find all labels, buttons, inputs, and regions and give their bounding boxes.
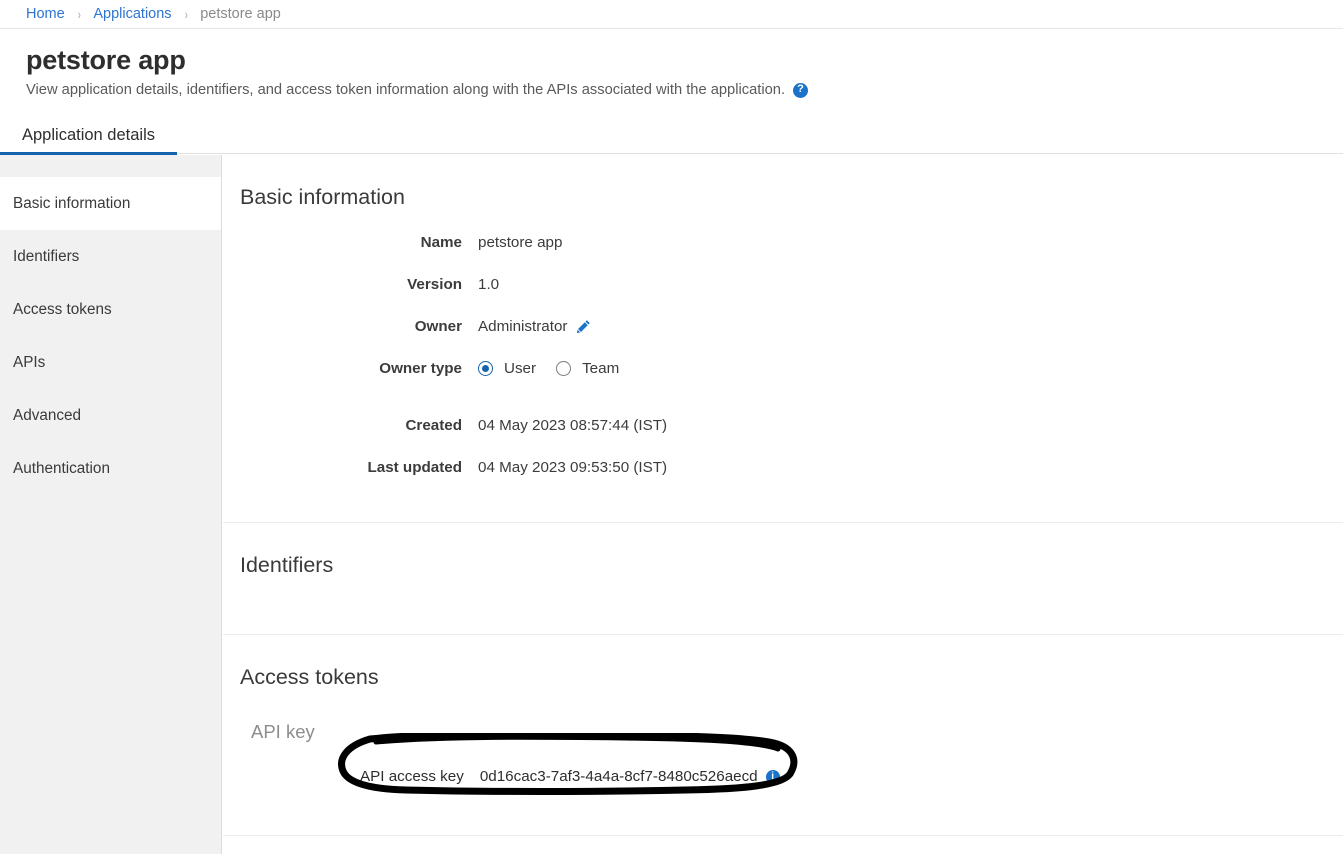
sidebar-top-spacer — [0, 155, 221, 177]
field-row-name: Name petstore app — [240, 232, 1326, 253]
page-header: petstore app View application details, i… — [0, 29, 1343, 100]
field-value-owner-type: User Team — [478, 358, 639, 379]
sidebar-item-apis[interactable]: APIs — [0, 336, 221, 389]
tab-bar: Application details — [0, 108, 1343, 155]
subsection-title-api-key: API key — [251, 721, 315, 742]
breadcrumb-item-current: petstore app — [200, 6, 281, 22]
sidebar-item-label: APIs — [13, 353, 46, 371]
sidebar-item-label: Advanced — [13, 406, 82, 424]
sidebar-item-authentication[interactable]: Authentication — [0, 442, 221, 495]
api-access-key-row: API access key 0d16cac3-7af3-4a4a-8cf7-8… — [240, 767, 1326, 787]
breadcrumb-separator-icon: › — [184, 6, 188, 22]
sidebar-item-label: Access tokens — [13, 300, 112, 318]
sidebar: Basic information Identifiers Access tok… — [0, 155, 222, 854]
field-label-owner: Owner — [414, 318, 462, 335]
section-basic-information: Basic information Name petstore app Vers… — [223, 155, 1343, 522]
field-value-created: 04 May 2023 08:57:44 (IST) — [478, 417, 668, 434]
field-label-last-updated: Last updated — [367, 459, 462, 476]
page-subtitle: View application details, identifiers, a… — [26, 80, 1343, 100]
breadcrumb-item-applications[interactable]: Applications — [93, 6, 171, 22]
radio-option-user[interactable]: User — [478, 358, 536, 379]
field-row-owner-type: Owner type User Team — [240, 358, 1326, 379]
section-access-tokens: Access tokens API key API access key 0d1… — [223, 635, 1343, 835]
field-value-last-updated: 04 May 2023 09:53:50 (IST) — [478, 459, 668, 476]
sidebar-item-advanced[interactable]: Advanced — [0, 389, 221, 442]
sidebar-item-label: Basic information — [13, 194, 131, 212]
main-content: Basic information Name petstore app Vers… — [223, 155, 1343, 854]
section-title-access-tokens: Access tokens — [240, 665, 379, 689]
field-row-last-updated: Last updated 04 May 2023 09:53:50 (IST) — [240, 457, 1326, 478]
field-label-version: Version — [407, 276, 462, 293]
radio-dot-icon — [478, 361, 493, 376]
breadcrumb: Home › Applications › petstore app — [0, 0, 1343, 29]
section-title-identifiers: Identifiers — [240, 553, 334, 577]
breadcrumb-separator-icon: › — [77, 6, 81, 22]
owner-type-radio-group: User Team — [478, 358, 639, 379]
pencil-icon[interactable] — [576, 319, 591, 334]
field-label-created: Created — [405, 417, 462, 434]
field-row-owner: Owner Administrator — [240, 316, 1326, 337]
sidebar-item-label: Identifiers — [13, 247, 80, 265]
api-access-key-value[interactable]: 0d16cac3-7af3-4a4a-8cf7-8480c526aecd — [480, 767, 758, 787]
section-identifiers: Identifiers — [223, 523, 1343, 634]
tab-application-details[interactable]: Application details — [0, 108, 177, 155]
field-label-owner-type: Owner type — [379, 360, 462, 377]
info-icon[interactable]: i — [765, 770, 780, 784]
sidebar-item-identifiers[interactable]: Identifiers — [0, 230, 221, 283]
application-details-page: Home › Applications › petstore app petst… — [0, 0, 1343, 854]
radio-option-team[interactable]: Team — [556, 358, 619, 379]
section-title-basic-information: Basic information — [240, 185, 405, 209]
field-value-version: 1.0 — [478, 276, 500, 293]
help-icon[interactable]: ? — [793, 82, 809, 98]
api-access-key-label: API access key — [360, 768, 464, 785]
sidebar-item-access-tokens[interactable]: Access tokens — [0, 283, 221, 336]
radio-label-user: User — [504, 360, 537, 377]
divider — [223, 835, 1343, 836]
field-value-owner: Administrator — [478, 316, 591, 337]
field-label-name: Name — [420, 234, 462, 251]
radio-dot-icon — [556, 361, 572, 376]
sidebar-item-label: Authentication — [13, 459, 110, 477]
page-title: petstore app — [26, 45, 186, 75]
field-row-version: Version 1.0 — [240, 274, 1326, 295]
page-subtitle-text: View application details, identifiers, a… — [26, 82, 786, 98]
field-value-name: petstore app — [478, 234, 563, 251]
radio-label-team: Team — [582, 360, 620, 377]
field-row-created: Created 04 May 2023 08:57:44 (IST) — [240, 415, 1326, 436]
breadcrumb-item-home[interactable]: Home — [26, 6, 65, 22]
sidebar-item-basic-information[interactable]: Basic information — [0, 177, 221, 230]
section-bottom-spacer — [240, 478, 1326, 522]
section-bottom-spacer — [240, 787, 1326, 835]
owner-name-text: Administrator — [478, 318, 568, 335]
